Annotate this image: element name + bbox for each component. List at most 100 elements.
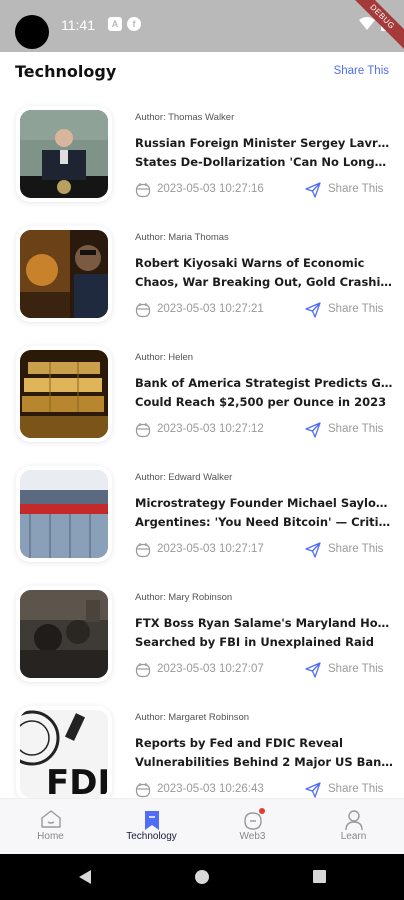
article-title-line: Vulnerabilities Behind 2 Major US Bank .…: [135, 755, 393, 769]
article-title[interactable]: Reports by Fed and FDIC Reveal Vulnerabi…: [135, 734, 393, 772]
bottom-navigation: Home Technology Web3 Learn: [0, 798, 404, 854]
share-button[interactable]: Share This: [328, 423, 383, 435]
back-icon[interactable]: [78, 869, 92, 885]
article-author: Author: Thomas Walker: [135, 112, 235, 123]
article-title[interactable]: FTX Boss Ryan Salame's Maryland Home Sea…: [135, 614, 393, 652]
article-card[interactable]: Author: Edward Walker Microstrategy Foun…: [0, 452, 404, 572]
article-title-line: Robert Kiyosaki Warns of Economic: [135, 256, 365, 270]
article-title-line: Bank of America Strategist Predicts Gold: [135, 376, 393, 390]
share-button[interactable]: Share This: [328, 183, 383, 195]
article-title-line: Microstrategy Founder Michael Saylor to: [135, 496, 393, 510]
svg-text:FDI: FDI: [46, 763, 108, 798]
calendar-icon: [135, 783, 151, 798]
nav-item-learn[interactable]: Learn: [303, 799, 404, 855]
article-author: Author: Mary Robinson: [135, 592, 233, 603]
article-image: [20, 350, 108, 438]
article-title-line: Reports by Fed and FDIC Reveal: [135, 736, 343, 750]
article-date: 2023-05-03 10:27:17: [157, 543, 264, 555]
article-title-line: Russian Foreign Minister Sergey Lavrov: [135, 136, 393, 150]
bookmark-icon: [145, 811, 159, 830]
send-icon[interactable]: [305, 422, 321, 438]
calendar-icon: [135, 183, 151, 198]
article-card[interactable]: FDI Author: Margaret Robinson Reports by…: [0, 692, 404, 798]
article-meta: 2023-05-03 10:26:43 Share This: [135, 782, 393, 798]
article-date: 2023-05-03 10:27:21: [157, 303, 264, 315]
article-card[interactable]: Author: Mary Robinson FTX Boss Ryan Sala…: [0, 572, 404, 692]
system-navigation-bar: [0, 854, 404, 900]
article-image: FDI: [20, 710, 108, 798]
article-image: [20, 230, 108, 318]
share-button[interactable]: Share This: [328, 783, 383, 795]
share-button[interactable]: Share This: [328, 303, 383, 315]
article-image: [20, 110, 108, 198]
article-meta: 2023-05-03 10:27:07 Share This: [135, 662, 393, 678]
status-bar: 11:41 A f DEBUG: [0, 0, 404, 56]
nav-item-web3[interactable]: Web3: [202, 799, 303, 855]
send-icon[interactable]: [305, 542, 321, 558]
nav-label: Technology: [126, 831, 177, 842]
article-image: [20, 470, 108, 558]
article-list[interactable]: Author: Thomas Walker Russian Foreign Mi…: [0, 92, 404, 798]
article-thumbnail[interactable]: FDI: [16, 706, 112, 798]
article-title-line: States De-Dollarization 'Can No Longer B…: [135, 155, 393, 169]
send-icon[interactable]: [305, 662, 321, 678]
article-date: 2023-05-03 10:27:07: [157, 663, 264, 675]
article-thumbnail[interactable]: [16, 106, 112, 202]
article-title-line: Could Reach $2,500 per Ounce in 2023: [135, 395, 387, 409]
recents-button[interactable]: [313, 870, 326, 883]
page-title: Technology: [15, 62, 117, 81]
article-meta: 2023-05-03 10:27:16 Share This: [135, 182, 393, 198]
article-thumbnail[interactable]: [16, 586, 112, 682]
nav-label: Home: [37, 831, 64, 842]
send-icon[interactable]: [305, 302, 321, 318]
article-title-line: Chaos, War Breaking Out, Gold Crashing: [135, 275, 393, 289]
nav-item-technology[interactable]: Technology: [101, 799, 202, 855]
article-author: Author: Maria Thomas: [135, 232, 229, 243]
article-title[interactable]: Robert Kiyosaki Warns of Economic Chaos,…: [135, 254, 393, 292]
article-title[interactable]: Microstrategy Founder Michael Saylor to …: [135, 494, 393, 532]
wifi-icon: [359, 16, 375, 30]
send-icon[interactable]: [305, 182, 321, 198]
nav-label: Learn: [340, 831, 367, 842]
article-card[interactable]: Author: Maria Thomas Robert Kiyosaki War…: [0, 212, 404, 332]
home-button[interactable]: [195, 870, 209, 884]
status-time: 11:41: [61, 17, 95, 33]
share-button[interactable]: Share This: [328, 543, 383, 555]
article-title-line: Argentines: 'You Need Bitcoin' — Critics…: [135, 515, 393, 529]
article-image: [20, 590, 108, 678]
calendar-icon: [135, 303, 151, 318]
nav-item-home[interactable]: Home: [0, 799, 101, 855]
article-title[interactable]: Russian Foreign Minister Sergey Lavrov S…: [135, 134, 393, 172]
article-thumbnail[interactable]: [16, 226, 112, 322]
nav-label: Web3: [239, 831, 266, 842]
calendar-icon: [135, 663, 151, 678]
article-thumbnail[interactable]: [16, 346, 112, 442]
article-meta: 2023-05-03 10:27:21 Share This: [135, 302, 393, 318]
home-icon: [41, 810, 61, 828]
article-title[interactable]: Bank of America Strategist Predicts Gold…: [135, 374, 393, 412]
notification-badge: [259, 808, 265, 814]
send-icon[interactable]: [305, 782, 321, 798]
article-date: 2023-05-03 10:27:12: [157, 423, 264, 435]
app-header: Technology Share This: [0, 52, 404, 92]
article-author: Author: Helen: [135, 352, 194, 363]
article-thumbnail[interactable]: [16, 466, 112, 562]
article-card[interactable]: Author: Thomas Walker Russian Foreign Mi…: [0, 92, 404, 212]
article-date: 2023-05-03 10:27:16: [157, 183, 264, 195]
share-button[interactable]: Share This: [328, 663, 383, 675]
article-card[interactable]: Author: Helen Bank of America Strategist…: [0, 332, 404, 452]
article-meta: 2023-05-03 10:27:17 Share This: [135, 542, 393, 558]
article-author: Author: Edward Walker: [135, 472, 233, 483]
user-icon: [345, 810, 363, 831]
article-meta: 2023-05-03 10:27:12 Share This: [135, 422, 393, 438]
article-title-line: Searched by FBI in Unexplained Raid: [135, 635, 374, 649]
article-title-line: FTX Boss Ryan Salame's Maryland Home: [135, 616, 393, 630]
article-author: Author: Margaret Robinson: [135, 712, 250, 723]
a-icon: A: [108, 17, 122, 31]
camera-cutout: [15, 15, 49, 49]
calendar-icon: [135, 543, 151, 558]
calendar-icon: [135, 423, 151, 438]
article-date: 2023-05-03 10:26:43: [157, 783, 264, 795]
share-this-link[interactable]: Share This: [334, 65, 389, 77]
f-icon: f: [127, 17, 141, 31]
